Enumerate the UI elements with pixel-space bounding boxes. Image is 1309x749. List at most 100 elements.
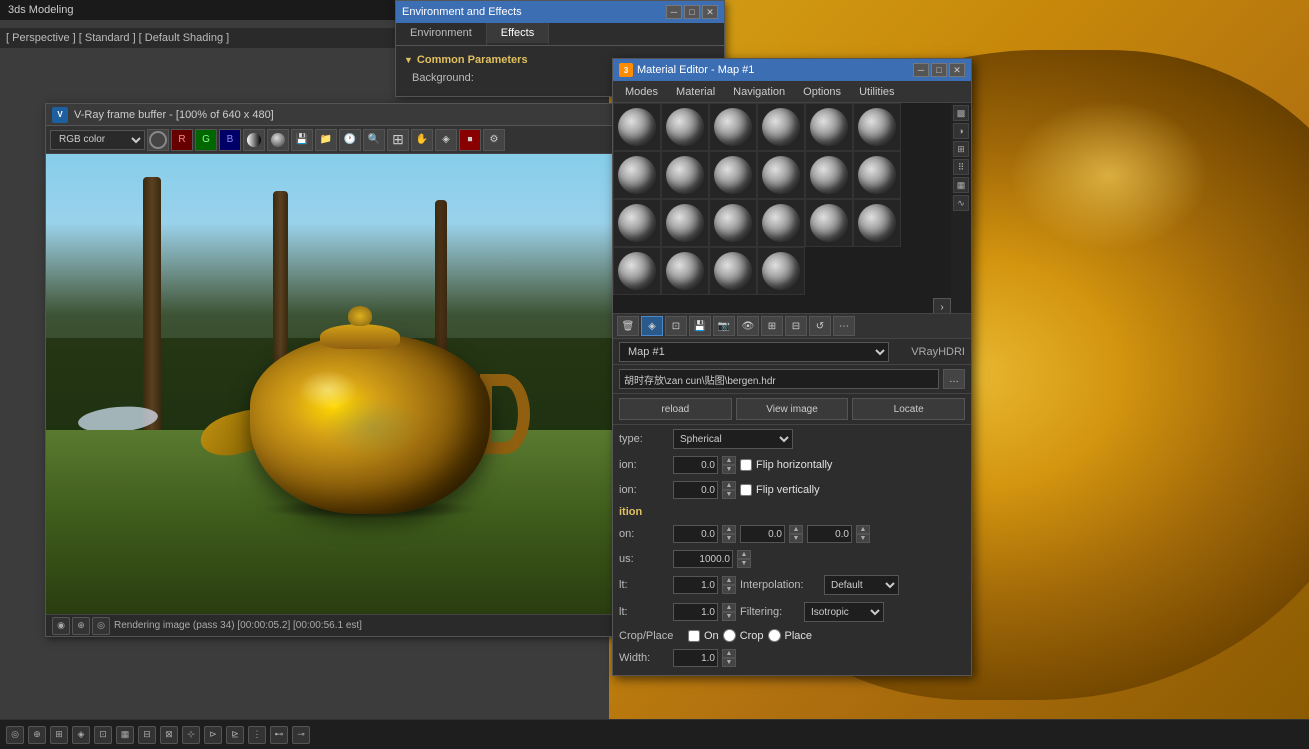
vert-rot-down[interactable]: ▼: [722, 490, 736, 499]
sphere-3[interactable]: [709, 103, 757, 151]
width-down[interactable]: ▼: [722, 658, 736, 667]
crop-radio[interactable]: [723, 629, 736, 642]
maximize-button[interactable]: □: [684, 5, 700, 19]
reload-button[interactable]: reload: [619, 398, 732, 420]
pan-btn[interactable]: ✋: [411, 129, 433, 151]
tab-environment[interactable]: Environment: [396, 23, 487, 45]
red-channel-btn[interactable]: R: [171, 129, 193, 151]
sphere-6[interactable]: [853, 103, 901, 151]
horiz-rot-up[interactable]: ▲: [722, 456, 736, 465]
sphere-19[interactable]: [613, 247, 661, 295]
file-path-input[interactable]: [619, 369, 939, 389]
status-bar-icon-3[interactable]: ⊞: [50, 726, 68, 744]
tab-effects[interactable]: Effects: [487, 23, 549, 45]
sphere-grid-icon[interactable]: ⊞: [953, 141, 969, 157]
locate-button[interactable]: Locate: [852, 398, 965, 420]
mono-btn[interactable]: [243, 129, 265, 151]
minimize-button[interactable]: ─: [666, 5, 682, 19]
sphere-13[interactable]: [613, 199, 661, 247]
default2-input[interactable]: [673, 603, 718, 621]
sphere-17[interactable]: [805, 199, 853, 247]
place-radio[interactable]: [768, 629, 781, 642]
sphere-2[interactable]: [661, 103, 709, 151]
sphere-22[interactable]: [757, 247, 805, 295]
on-checkbox[interactable]: [688, 630, 700, 642]
pos-y-down[interactable]: ▼: [789, 534, 803, 543]
status-bar-icon-5[interactable]: ⊡: [94, 726, 112, 744]
sphere-bg-icon[interactable]: ▩: [953, 105, 969, 121]
sphere-12[interactable]: [853, 151, 901, 199]
sphere-11[interactable]: [805, 151, 853, 199]
zoom-region-btn[interactable]: 🔍: [363, 129, 385, 151]
status-bar-icon-11[interactable]: ⊵: [226, 726, 244, 744]
view-image-button[interactable]: View image: [736, 398, 849, 420]
pos-y-up[interactable]: ▲: [789, 525, 803, 534]
default1-input[interactable]: [673, 576, 718, 594]
more-3-btn[interactable]: ↺: [809, 316, 831, 336]
vert-rot-up[interactable]: ▲: [722, 481, 736, 490]
pos-y-input[interactable]: [740, 525, 785, 543]
sphere-14[interactable]: [661, 199, 709, 247]
render-map-btn[interactable]: 📷: [713, 316, 735, 336]
radius-input[interactable]: [673, 550, 733, 568]
status-bar-icon-4[interactable]: ◈: [72, 726, 90, 744]
sphere-15[interactable]: [709, 199, 757, 247]
blue-channel-btn[interactable]: B: [219, 129, 241, 151]
more-4-btn[interactable]: ⋯: [833, 316, 855, 336]
mat-close-button[interactable]: ✕: [949, 63, 965, 77]
delete-map-btn[interactable]: 🗑: [617, 316, 639, 336]
toggle-btn[interactable]: ⊡: [665, 316, 687, 336]
sphere-checker-icon[interactable]: ▦: [953, 177, 969, 193]
status-icon-1[interactable]: ◉: [52, 617, 70, 635]
default2-down[interactable]: ▼: [722, 612, 736, 621]
sphere-18[interactable]: [853, 199, 901, 247]
folder-btn[interactable]: 📁: [315, 129, 337, 151]
radius-down[interactable]: ▼: [737, 559, 751, 568]
close-button[interactable]: ✕: [702, 5, 718, 19]
settings-btn[interactable]: ⚙: [483, 129, 505, 151]
status-bar-icon-12[interactable]: ⋮: [248, 726, 266, 744]
history-btn[interactable]: 🕐: [339, 129, 361, 151]
sphere-lit-icon[interactable]: ◑: [953, 123, 969, 139]
pos-x-up[interactable]: ▲: [722, 525, 736, 534]
sphere-20[interactable]: [661, 247, 709, 295]
color-channel-select[interactable]: RGB color: [50, 130, 145, 150]
status-bar-icon-7[interactable]: ⊟: [138, 726, 156, 744]
status-bar-icon-10[interactable]: ⊳: [204, 726, 222, 744]
radius-up[interactable]: ▲: [737, 550, 751, 559]
menu-material[interactable]: Material: [668, 84, 723, 100]
status-bar-icon-1[interactable]: ◎: [6, 726, 24, 744]
browse-button[interactable]: …: [943, 369, 965, 389]
default1-up[interactable]: ▲: [722, 576, 736, 585]
pos-x-down[interactable]: ▼: [722, 534, 736, 543]
sphere-more-button[interactable]: ›: [933, 298, 951, 313]
status-icon-3[interactable]: ◎: [92, 617, 110, 635]
mat-maximize-button[interactable]: □: [931, 63, 947, 77]
status-bar-icon-9[interactable]: ⊹: [182, 726, 200, 744]
sphere-9[interactable]: [709, 151, 757, 199]
vert-rot-input[interactable]: [673, 481, 718, 499]
sphere-5[interactable]: [805, 103, 853, 151]
type-select[interactable]: Spherical: [673, 429, 793, 449]
sphere-10[interactable]: [757, 151, 805, 199]
green-channel-btn[interactable]: G: [195, 129, 217, 151]
color-picker-btn[interactable]: [147, 129, 169, 151]
default2-up[interactable]: ▲: [722, 603, 736, 612]
width-input[interactable]: [673, 649, 718, 667]
more-2-btn[interactable]: ⊟: [785, 316, 807, 336]
flip-h-checkbox[interactable]: [740, 459, 752, 471]
status-icon-2[interactable]: ⊕: [72, 617, 90, 635]
interp-select[interactable]: Default: [824, 575, 899, 595]
grey-sphere-btn[interactable]: [267, 129, 289, 151]
sphere-wave-icon[interactable]: ∿: [953, 195, 969, 211]
sphere-8[interactable]: [661, 151, 709, 199]
filter-select[interactable]: Isotropic: [804, 602, 884, 622]
flip-v-checkbox[interactable]: [740, 484, 752, 496]
width-up[interactable]: ▲: [722, 649, 736, 658]
status-bar-icon-6[interactable]: ▦: [116, 726, 134, 744]
pos-z-up[interactable]: ▲: [856, 525, 870, 534]
horiz-rot-input[interactable]: [673, 456, 718, 474]
sphere-1[interactable]: [613, 103, 661, 151]
status-bar-icon-14[interactable]: ⊸: [292, 726, 310, 744]
track-btn[interactable]: ◈: [435, 129, 457, 151]
